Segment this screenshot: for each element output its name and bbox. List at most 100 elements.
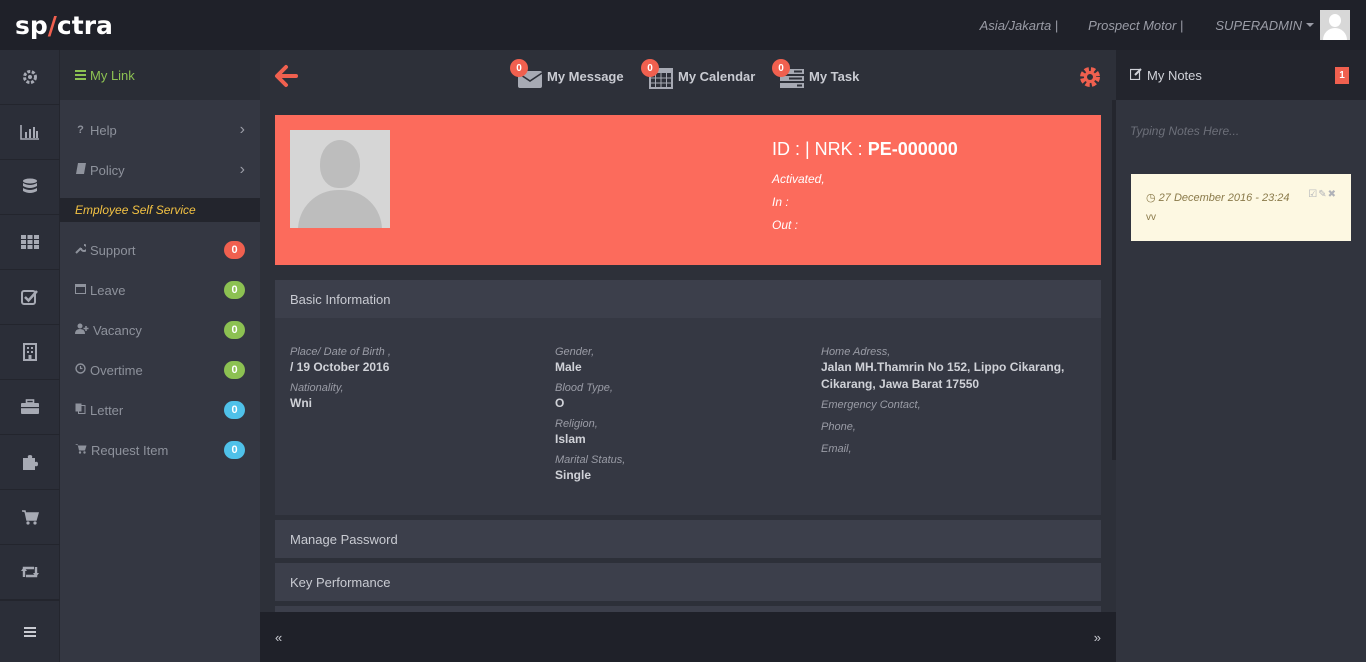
- nationality-value: Wni: [290, 396, 312, 410]
- basic-col-1: Place/ Date of Birth , / 19 October 2016…: [290, 346, 391, 410]
- profile-id: ID : | NRK : PE-000000: [772, 139, 958, 159]
- next-page-button[interactable]: »: [1094, 630, 1101, 645]
- gear-icon[interactable]: [0, 50, 60, 105]
- envelope-icon: 0: [510, 59, 544, 89]
- leave-count-badge: 0: [224, 281, 245, 299]
- my-task-label: My Task: [809, 68, 860, 84]
- list-icon: [75, 68, 86, 83]
- grid-icon[interactable]: [0, 215, 60, 270]
- question-icon: ?: [77, 124, 84, 136]
- top-bar: sp/ctra Asia/Jakarta | Prospect Motor | …: [0, 0, 1366, 50]
- bar-chart-icon[interactable]: [0, 105, 60, 160]
- sidebar: My Link ? Help › Policy › Employee Self S…: [60, 50, 260, 662]
- my-message-link[interactable]: 0 My Message: [510, 59, 624, 89]
- my-calendar-link[interactable]: 0 My Calendar: [641, 59, 756, 89]
- pencil-icon[interactable]: ✎: [1318, 189, 1327, 200]
- phone-label: Phone,: [821, 421, 856, 433]
- sidebar-item-leave[interactable]: Leave 0: [60, 270, 260, 310]
- puzzle-icon[interactable]: [0, 435, 60, 490]
- sidebar-item-policy[interactable]: Policy ›: [60, 150, 260, 190]
- edit-icon: [1129, 67, 1142, 83]
- sidebar-item-help[interactable]: ? Help ›: [60, 110, 260, 150]
- religion-value: Islam: [555, 432, 586, 446]
- main-content: 0 My Message 0 My Calendar 0 My Task ID …: [260, 50, 1116, 662]
- note-text: vv: [1146, 212, 1156, 223]
- emergency-contact-label: Emergency Contact,: [821, 399, 921, 411]
- message-count-badge: 0: [510, 59, 528, 77]
- calendar-count-badge: 0: [641, 59, 659, 77]
- profile-photo[interactable]: [290, 130, 390, 228]
- sidebar-item-vacancy[interactable]: Vacancy 0: [60, 310, 260, 350]
- overtime-count-badge: 0: [224, 361, 245, 379]
- cart-icon: [75, 443, 87, 457]
- manage-password-header[interactable]: Manage Password: [275, 520, 1101, 558]
- calendar-icon: 0: [641, 59, 675, 89]
- profile-nrk: PE-000000: [867, 139, 958, 159]
- menu-icon[interactable]: [0, 600, 60, 662]
- notes-title: My Notes: [1147, 67, 1202, 83]
- note-input[interactable]: Typing Notes Here...: [1130, 124, 1239, 138]
- sidebar-item-request-item[interactable]: Request Item 0: [60, 430, 260, 470]
- database-icon[interactable]: [0, 160, 60, 215]
- close-icon[interactable]: ✖: [1328, 189, 1337, 200]
- vacancy-count-badge: 0: [224, 321, 245, 339]
- company-name: Prospect Motor |: [1088, 17, 1184, 33]
- pager-bar: « »: [260, 612, 1116, 662]
- marital-status-value: Single: [555, 468, 592, 482]
- icon-rail: [0, 50, 60, 662]
- user-plus-icon: [75, 323, 89, 337]
- my-calendar-label: My Calendar: [678, 68, 756, 84]
- profile-out: Out :: [772, 218, 799, 232]
- letter-count-badge: 0: [224, 401, 245, 419]
- sidebar-section-ess: Employee Self Service: [60, 198, 260, 222]
- basic-col-2: Gender, Male Blood Type, O Religion, Isl…: [555, 346, 626, 482]
- key-performance-header[interactable]: Key Performance: [275, 563, 1101, 601]
- briefcase-icon[interactable]: [0, 380, 60, 435]
- clock-icon: ◷: [1146, 192, 1156, 204]
- check-icon[interactable]: ☑: [1308, 189, 1318, 200]
- basic-information-header[interactable]: Basic Information: [275, 280, 1101, 318]
- main-toolbar: 0 My Message 0 My Calendar 0 My Task: [260, 50, 1116, 108]
- home-address-value: Jalan MH.Thamrin No 152, Lippo Cikarang,…: [821, 360, 1065, 391]
- email-label: Email,: [821, 443, 852, 455]
- user-name: SUPERADMIN: [1215, 17, 1302, 33]
- sidebar-title: My Link: [90, 67, 135, 83]
- sidebar-header: My Link: [60, 50, 260, 100]
- profile-in: In :: [772, 195, 789, 209]
- note-actions: ☑✎✖: [1308, 189, 1337, 200]
- my-task-link[interactable]: 0 My Task: [772, 59, 860, 89]
- notes-panel: My Notes 1 Typing Notes Here... ◷ 27 Dec…: [1116, 50, 1366, 662]
- profile-card: ID : | NRK : PE-000000 Activated, In : O…: [275, 115, 1101, 265]
- prev-page-button[interactable]: «: [275, 630, 282, 645]
- request-item-count-badge: 0: [224, 441, 245, 459]
- timezone: Asia/Jakarta |: [979, 17, 1059, 33]
- retweet-icon[interactable]: [0, 545, 60, 600]
- sidebar-item-support[interactable]: Support 0: [60, 230, 260, 270]
- my-message-label: My Message: [547, 68, 624, 84]
- support-count-badge: 0: [224, 241, 245, 259]
- tasks-icon: 0: [772, 59, 806, 89]
- checkbox-icon[interactable]: [0, 270, 60, 325]
- profile-status: Activated,: [772, 172, 825, 186]
- user-menu[interactable]: SUPERADMIN: [1215, 10, 1350, 40]
- task-count-badge: 0: [772, 59, 790, 77]
- note-date: ◷ 27 December 2016 - 23:24: [1146, 192, 1290, 204]
- back-arrow-icon[interactable]: [274, 64, 298, 95]
- notes-count-badge: 1: [1335, 67, 1349, 84]
- sidebar-item-overtime[interactable]: Overtime 0: [60, 350, 260, 390]
- logo[interactable]: sp/ctra: [15, 11, 113, 40]
- blood-type-value: O: [555, 396, 565, 410]
- avatar[interactable]: [1320, 10, 1350, 40]
- chevron-right-icon: ›: [239, 121, 245, 138]
- basic-col-3: Home Adress, Jalan MH.Thamrin No 152, Li…: [821, 345, 1091, 456]
- sidebar-item-letter[interactable]: Letter 0: [60, 390, 260, 430]
- caret-down-icon: [1306, 23, 1314, 27]
- cart-icon[interactable]: [0, 490, 60, 545]
- wrench-icon: [75, 243, 88, 257]
- building-icon[interactable]: [0, 325, 60, 380]
- note-item[interactable]: ◷ 27 December 2016 - 23:24 ☑✎✖ vv: [1131, 174, 1351, 241]
- chevron-right-icon: ›: [239, 161, 245, 178]
- calendar-icon: [75, 283, 86, 297]
- settings-gear-icon[interactable]: [1078, 65, 1102, 95]
- birth-value: / 19 October 2016: [290, 360, 390, 374]
